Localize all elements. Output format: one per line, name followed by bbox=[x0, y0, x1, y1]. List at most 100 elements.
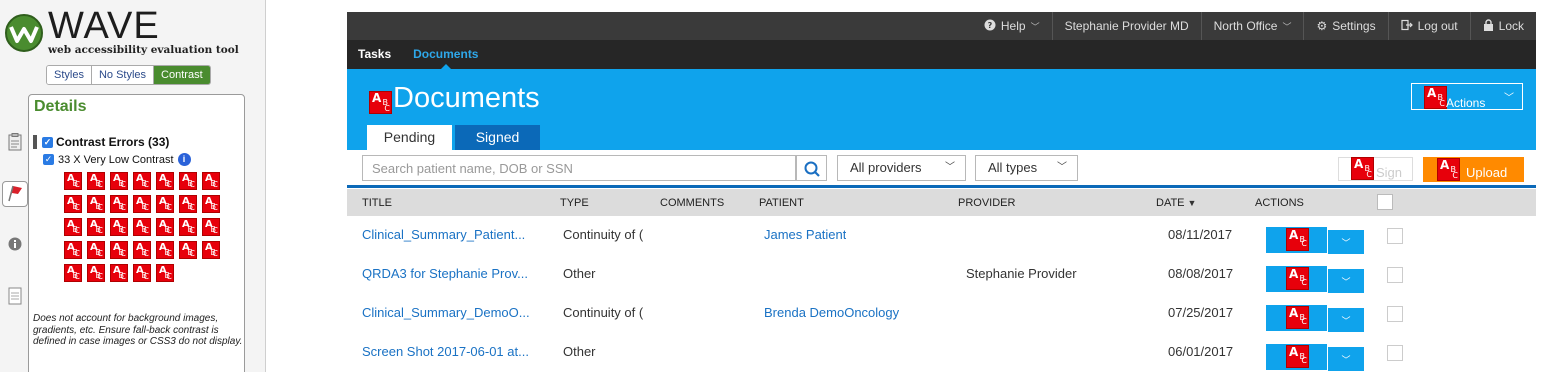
col-patient-header[interactable]: PATIENT bbox=[759, 197, 804, 209]
contrast-error-icon[interactable]: ABC bbox=[133, 218, 151, 236]
cell-title[interactable]: Screen Shot 2017-06-01 at... bbox=[362, 344, 529, 359]
contrast-error-icon[interactable]: ABC bbox=[179, 241, 197, 259]
nav-documents[interactable]: Documents bbox=[402, 40, 489, 69]
row-action-button[interactable]: ABC bbox=[1266, 266, 1327, 292]
provider-select[interactable]: All providers ﹀ bbox=[837, 155, 966, 181]
contrast-error-icon: ABC bbox=[1286, 228, 1309, 251]
contrast-error-icon[interactable]: ABC bbox=[156, 264, 174, 282]
contrast-error-icon[interactable]: ABC bbox=[133, 172, 151, 190]
error-icon-letter: C bbox=[212, 226, 218, 235]
select-all-checkbox[interactable] bbox=[1377, 194, 1393, 210]
row-action-button[interactable]: ABC bbox=[1266, 227, 1327, 253]
wave-logo-text: WAVE bbox=[48, 5, 160, 47]
upload-button[interactable]: ABC Upload bbox=[1423, 157, 1524, 182]
help-label: Help bbox=[1000, 19, 1026, 33]
nav-tasks[interactable]: Tasks bbox=[347, 40, 402, 69]
contrast-error-icon[interactable]: ABC bbox=[110, 195, 128, 213]
contrast-error-icon[interactable]: ABC bbox=[179, 218, 197, 236]
contrast-error-icon[interactable]: ABC bbox=[87, 241, 105, 259]
contrast-error-icon[interactable]: ABC bbox=[110, 264, 128, 282]
contrast-error-icon[interactable]: ABC bbox=[133, 264, 151, 282]
col-date-header[interactable]: DATE ▼ bbox=[1156, 197, 1196, 209]
col-comments-header[interactable]: COMMENTS bbox=[660, 197, 724, 209]
row-action-dropdown[interactable]: ﹀ bbox=[1328, 230, 1364, 254]
chevron-down-icon: ﹀ bbox=[1282, 21, 1292, 32]
col-type-header[interactable]: TYPE bbox=[560, 197, 589, 209]
contrast-error-icon[interactable]: ABC bbox=[87, 218, 105, 236]
lock-icon bbox=[1483, 18, 1494, 34]
cell-type: Other bbox=[563, 266, 596, 281]
contrast-error-icon[interactable]: ABC bbox=[156, 241, 174, 259]
contrast-error-icon[interactable]: ABC bbox=[369, 91, 392, 114]
type-select-value: All types bbox=[988, 160, 1038, 175]
user-menu[interactable]: Stephanie Provider MD bbox=[1051, 12, 1201, 40]
actions-dropdown[interactable]: ABC Actions ﹀ bbox=[1411, 83, 1523, 110]
contrast-error-icon[interactable]: ABC bbox=[87, 172, 105, 190]
row-checkbox[interactable] bbox=[1387, 228, 1403, 244]
search-input[interactable] bbox=[362, 155, 796, 181]
logout-icon bbox=[1400, 19, 1413, 34]
contrast-error-icon[interactable]: ABC bbox=[87, 195, 105, 213]
contrast-errors-checkbox[interactable]: ✓ bbox=[42, 136, 53, 148]
contrast-error-icon[interactable]: ABC bbox=[156, 195, 174, 213]
row-action-dropdown[interactable]: ﹀ bbox=[1328, 308, 1364, 332]
row-action-button[interactable]: ABC bbox=[1266, 344, 1327, 370]
sign-button[interactable]: ABC Sign bbox=[1338, 157, 1413, 181]
cell-title[interactable]: QRDA3 for Stephanie Prov... bbox=[362, 266, 528, 281]
info-icon[interactable] bbox=[6, 237, 24, 255]
contrast-error-icon[interactable]: ABC bbox=[179, 195, 197, 213]
contrast-error-icon[interactable]: ABC bbox=[179, 172, 197, 190]
contrast-error-icon[interactable]: ABC bbox=[64, 195, 82, 213]
table-row: Clinical_Summary_DemoO... Continuity of (… bbox=[347, 294, 1536, 333]
contrast-error-icon[interactable]: ABC bbox=[202, 241, 220, 259]
contrast-error-icon[interactable]: ABC bbox=[202, 218, 220, 236]
cell-patient[interactable]: James Patient bbox=[764, 227, 846, 242]
row-checkbox[interactable] bbox=[1387, 267, 1403, 283]
settings-label: Settings bbox=[1332, 19, 1376, 33]
contrast-error-icon[interactable]: ABC bbox=[156, 218, 174, 236]
mode-no-styles-button[interactable]: No Styles bbox=[91, 66, 155, 84]
row-checkbox[interactable] bbox=[1387, 306, 1403, 322]
contrast-error-icon[interactable]: ABC bbox=[202, 172, 220, 190]
error-icon-letter: C bbox=[166, 249, 172, 258]
cell-title[interactable]: Clinical_Summary_Patient... bbox=[362, 227, 525, 242]
row-action-button[interactable]: ABC bbox=[1266, 305, 1327, 331]
cell-patient[interactable]: Brenda DemoOncology bbox=[764, 305, 899, 320]
cell-title[interactable]: Clinical_Summary_DemoO... bbox=[362, 305, 530, 320]
document-icon[interactable] bbox=[6, 287, 24, 305]
contrast-error-icon[interactable]: ABC bbox=[156, 172, 174, 190]
row-action-dropdown[interactable]: ﹀ bbox=[1328, 347, 1364, 371]
clipboard-icon[interactable] bbox=[6, 133, 24, 151]
contrast-error-icon[interactable]: ABC bbox=[64, 172, 82, 190]
mode-contrast-button[interactable]: Contrast bbox=[154, 66, 210, 84]
lock-link[interactable]: Lock bbox=[1469, 12, 1536, 40]
help-menu[interactable]: ? Help ﹀ bbox=[972, 12, 1052, 40]
tab-signed[interactable]: Signed bbox=[455, 125, 540, 150]
logout-link[interactable]: Log out bbox=[1387, 12, 1470, 40]
row-checkbox[interactable] bbox=[1387, 345, 1403, 361]
col-provider-header[interactable]: PROVIDER bbox=[958, 197, 1015, 209]
contrast-error-icon[interactable]: ABC bbox=[110, 172, 128, 190]
contrast-error-icon[interactable]: ABC bbox=[64, 264, 82, 282]
contrast-error-icon[interactable]: ABC bbox=[87, 264, 105, 282]
contrast-error-icon[interactable]: ABC bbox=[64, 241, 82, 259]
contrast-error-icon[interactable]: ABC bbox=[133, 195, 151, 213]
contrast-error-icon[interactable]: ABC bbox=[110, 241, 128, 259]
settings-link[interactable]: ⚙ Settings bbox=[1303, 12, 1387, 40]
contrast-error-icon[interactable]: ABC bbox=[202, 195, 220, 213]
contrast-error-icon[interactable]: ABC bbox=[133, 241, 151, 259]
search-button[interactable] bbox=[796, 155, 827, 181]
mode-styles-button[interactable]: Styles bbox=[47, 66, 92, 84]
contrast-error-icon[interactable]: ABC bbox=[110, 218, 128, 236]
tab-pending[interactable]: Pending bbox=[367, 125, 452, 150]
type-select[interactable]: All types ﹀ bbox=[975, 155, 1078, 181]
row-action-dropdown[interactable]: ﹀ bbox=[1328, 269, 1364, 293]
cell-type: Continuity of ( bbox=[563, 227, 644, 242]
col-title-header[interactable]: TITLE bbox=[362, 197, 392, 209]
info-icon[interactable]: i bbox=[177, 153, 191, 166]
flag-icon[interactable] bbox=[2, 181, 28, 207]
table-row: Screen Shot 2017-06-01 at... Other 06/01/2… bbox=[347, 333, 1536, 372]
very-low-contrast-checkbox[interactable]: ✓ bbox=[43, 154, 54, 165]
office-menu[interactable]: North Office ﹀ bbox=[1200, 12, 1304, 40]
contrast-error-icon[interactable]: ABC bbox=[64, 218, 82, 236]
